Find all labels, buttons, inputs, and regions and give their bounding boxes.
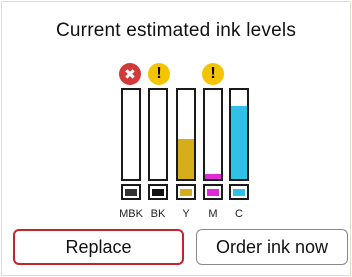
- ink-chip-mbk: [121, 184, 141, 200]
- ink-chip-color-mbk: [125, 189, 137, 196]
- mbk-error-icon: ✖: [119, 63, 141, 85]
- ink-fill-m: [205, 173, 221, 179]
- bk-warning-icon: !: [148, 63, 170, 85]
- replace-button[interactable]: Replace: [13, 229, 184, 265]
- ink-tank-mbk: [121, 88, 141, 181]
- panel-title: Current estimated ink levels: [55, 20, 297, 41]
- ink-chip-c: [229, 184, 249, 200]
- ink-label-y: Y: [182, 208, 190, 220]
- ink-chip-color-y: [180, 189, 192, 196]
- m-warning-icon: !: [202, 63, 224, 85]
- ink-tank-y: [176, 88, 196, 181]
- ink-label-c: C: [235, 208, 243, 220]
- ink-label-mbk: MBK: [119, 208, 143, 220]
- ink-chip-color-bk: [152, 189, 164, 196]
- ink-tank-bk: [148, 88, 168, 181]
- order-ink-now-button[interactable]: Order ink now: [196, 229, 348, 265]
- ink-fill-c: [231, 106, 247, 179]
- ink-chip-color-m: [207, 189, 219, 196]
- ink-chip-y: [176, 184, 196, 200]
- ink-label-bk: BK: [150, 208, 166, 220]
- ink-chip-color-c: [233, 189, 245, 196]
- ink-tank-c: [229, 88, 249, 181]
- ink-chip-m: [203, 184, 223, 200]
- ink-fill-y: [178, 138, 194, 179]
- ink-tank-m: [203, 88, 223, 181]
- ink-chip-bk: [148, 184, 168, 200]
